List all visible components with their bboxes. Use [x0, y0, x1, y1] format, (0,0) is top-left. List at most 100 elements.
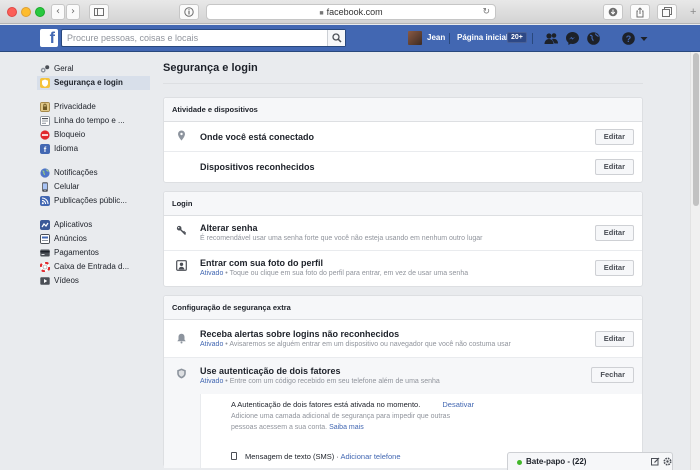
- svg-text:?: ?: [626, 34, 632, 44]
- sidebar-item-label: Bloqueio: [54, 130, 86, 139]
- row-title: Dispositivos reconhecidos: [200, 162, 315, 172]
- video-icon: [40, 277, 50, 285]
- edit-button[interactable]: Editar: [594, 129, 634, 145]
- status-enabled: Ativado: [200, 270, 224, 277]
- change-password-row[interactable]: Alterar senha É recomendável usar uma se…: [164, 216, 642, 251]
- sidebar-item-language[interactable]: f Idioma: [37, 142, 150, 156]
- share-button[interactable]: [630, 4, 650, 20]
- shield-icon: [40, 78, 50, 88]
- facebook-logo[interactable]: f: [40, 29, 58, 47]
- sidebar-item-timeline[interactable]: Linha do tempo e ...: [37, 114, 150, 128]
- sidebar-item-apps[interactable]: Aplicativos: [37, 218, 150, 232]
- divider: [449, 33, 450, 44]
- sidebar-item-general[interactable]: Geral: [37, 62, 150, 76]
- sidebar-item-blocking[interactable]: Bloqueio: [37, 128, 150, 142]
- panel-header: Configuração de segurança extra: [164, 296, 642, 320]
- edit-button[interactable]: Editar: [594, 331, 634, 347]
- row-subtitle: Ativado • Avisaremos se alguém entrar em…: [200, 341, 511, 348]
- sidebar-item-support-inbox[interactable]: Caixa de Entrada d...: [37, 260, 150, 274]
- login-alerts-row[interactable]: Receba alertas sobre logins não reconhec…: [164, 320, 642, 358]
- scrollbar-thumb[interactable]: [693, 53, 699, 206]
- facebook-header: f Jean Página inicial 20+ ?: [0, 25, 700, 52]
- sidebar-group: Privacidade Linha do tempo e ... Bloquei…: [37, 100, 150, 156]
- search-button[interactable]: [327, 30, 345, 46]
- sidebar-group: Notificações Celular Publicações públic.…: [37, 166, 150, 208]
- share-icon: [636, 7, 644, 18]
- friend-requests-icon[interactable]: [544, 31, 559, 46]
- search-input[interactable]: [61, 29, 346, 47]
- account-menu-chevron-icon[interactable]: [639, 31, 649, 46]
- globe-icon: [40, 168, 50, 178]
- compose-icon[interactable]: [651, 457, 660, 466]
- zoom-window-button[interactable]: [35, 7, 45, 17]
- login-panel: Login Alterar senha É recomendável usar …: [163, 191, 643, 287]
- location-pin-icon: [178, 130, 185, 141]
- two-factor-description-line1: Adicione uma camada adicional de seguran…: [231, 413, 451, 420]
- chat-bar[interactable]: Bate-papo - (22): [507, 452, 673, 470]
- divider: [532, 33, 533, 44]
- row-subtitle: Ativado • Toque ou clique em sua foto do…: [200, 270, 468, 277]
- home-link[interactable]: Página inicial: [457, 33, 508, 42]
- bell-icon: [177, 333, 186, 344]
- edit-button[interactable]: Editar: [594, 260, 634, 276]
- privacy-report-button[interactable]: [179, 4, 199, 20]
- search-icon: [332, 33, 342, 43]
- profile-photo-login-row[interactable]: Entrar com sua foto do perfil Ativado • …: [164, 251, 642, 286]
- close-window-button[interactable]: [7, 7, 17, 17]
- minimize-window-button[interactable]: [21, 7, 31, 17]
- sidebar-item-payments[interactable]: Pagamentos: [37, 246, 150, 260]
- language-icon: f: [40, 144, 50, 154]
- sidebar-toggle-button[interactable]: [89, 4, 109, 20]
- reload-icon[interactable]: ↻: [482, 5, 490, 19]
- help-icon[interactable]: ?: [621, 31, 636, 46]
- address-bar[interactable]: ■ facebook.com ↻: [206, 4, 496, 20]
- learn-more-link[interactable]: Saiba mais: [329, 424, 364, 431]
- edit-button[interactable]: Editar: [594, 225, 634, 241]
- downloads-button[interactable]: [603, 4, 623, 20]
- gears-icon: [40, 65, 50, 73]
- lifebuoy-icon: [40, 262, 50, 272]
- sidebar-item-label: Caixa de Entrada d...: [54, 262, 130, 271]
- online-status-icon: [517, 460, 522, 465]
- messenger-icon[interactable]: [565, 31, 580, 46]
- avatar[interactable]: [408, 31, 422, 45]
- tabs-icon: [662, 7, 672, 17]
- sidebar-item-label: Pagamentos: [54, 248, 99, 257]
- settings-sidebar: Geral Segurança e login Privacidade Linh…: [37, 62, 150, 298]
- add-phone-link[interactable]: Adicionar telefone: [340, 452, 400, 461]
- browser-toolbar: ‹ › ■ facebook.com ↻ +: [0, 0, 700, 24]
- sidebar-item-label: Privacidade: [54, 102, 96, 111]
- row-title: Use autenticação de dois fatores: [200, 366, 341, 376]
- sidebar-item-label: Publicações públic...: [54, 196, 127, 205]
- settings-main: Segurança e login Atividade e dispositiv…: [163, 62, 643, 470]
- deactivate-link[interactable]: Desativar: [442, 400, 474, 409]
- payments-icon: [40, 249, 50, 257]
- notifications-globe-icon[interactable]: [586, 31, 601, 46]
- sidebar-item-public-posts[interactable]: Publicações públic...: [37, 194, 150, 208]
- page-scrollbar[interactable]: [690, 52, 700, 470]
- row-description: • Avisaremos se alguém entrar em um disp…: [223, 341, 511, 348]
- back-button[interactable]: ‹: [51, 4, 65, 20]
- sidebar-item-ads[interactable]: Anúncios: [37, 232, 150, 246]
- sidebar-item-privacy[interactable]: Privacidade: [37, 100, 150, 114]
- info-icon: [184, 7, 194, 17]
- sidebar-item-label: Vídeos: [54, 276, 79, 285]
- recognized-devices-row[interactable]: Dispositivos reconhecidos Editar: [164, 152, 642, 182]
- close-button[interactable]: Fechar: [591, 367, 634, 383]
- download-icon: [608, 7, 618, 17]
- edit-button[interactable]: Editar: [594, 159, 634, 175]
- sidebar-item-security-login[interactable]: Segurança e login: [37, 76, 150, 90]
- apps-icon: [40, 220, 50, 230]
- where-logged-in-row[interactable]: Onde você está conectado Editar: [164, 122, 642, 152]
- sms-option: Mensagem de texto (SMS) · Adicionar tele…: [231, 452, 401, 461]
- chat-settings-gear-icon[interactable]: [663, 457, 672, 466]
- profile-link[interactable]: Jean: [427, 33, 445, 42]
- panel-header: Login: [164, 192, 642, 216]
- sidebar-item-mobile[interactable]: Celular: [37, 180, 150, 194]
- new-tab-icon[interactable]: +: [690, 6, 696, 18]
- tabs-overview-button[interactable]: [657, 4, 677, 20]
- sidebar-item-label: Notificações: [54, 168, 98, 177]
- sidebar-item-notifications[interactable]: Notificações: [37, 166, 150, 180]
- forward-button[interactable]: ›: [66, 4, 80, 20]
- sidebar-item-videos[interactable]: Vídeos: [37, 274, 150, 288]
